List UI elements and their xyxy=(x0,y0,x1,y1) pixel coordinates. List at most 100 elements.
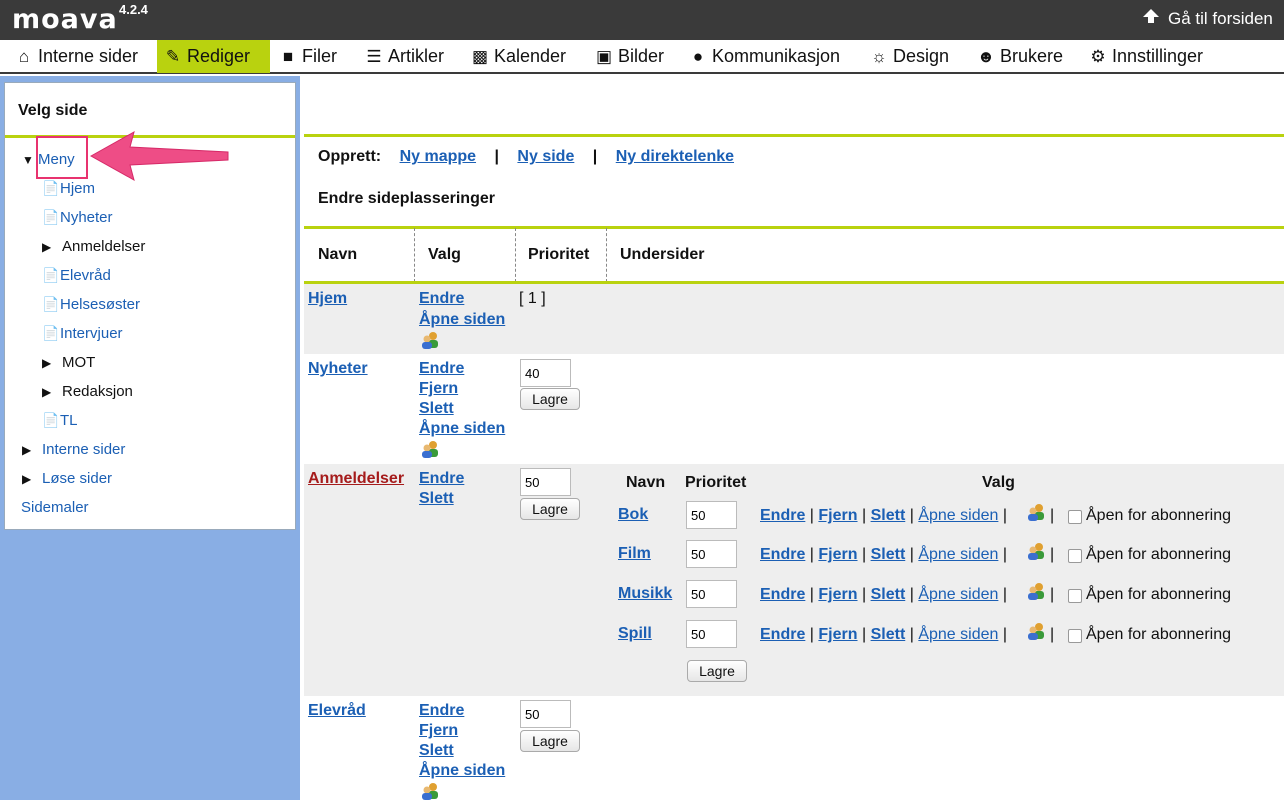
subpage-name-link[interactable]: Film xyxy=(618,545,651,563)
palette-icon: ☼ xyxy=(871,47,887,66)
open-page-link[interactable]: Åpne siden xyxy=(918,546,998,563)
tree-item-redaksjon[interactable]: ▶ Redaksjon xyxy=(42,383,133,400)
open-page-link[interactable]: Åpne siden xyxy=(419,420,505,438)
new-page-link[interactable]: Ny side xyxy=(517,148,574,165)
user-permissions-icon[interactable] xyxy=(420,331,440,349)
delete-link[interactable]: Slett xyxy=(419,742,454,760)
tree-item-hjem[interactable]: 📄Hjem xyxy=(42,180,95,197)
home-icon: ⌂ xyxy=(18,47,30,66)
row-name-link[interactable]: Nyheter xyxy=(308,360,368,378)
row-name-link[interactable]: Elevråd xyxy=(308,702,366,720)
save-button[interactable]: Lagre xyxy=(520,730,580,752)
gears-icon: ⚙ xyxy=(1090,47,1106,66)
row-name-link[interactable]: Hjem xyxy=(308,290,347,308)
subpage-name-link[interactable]: Bok xyxy=(618,506,648,524)
subpage-priority-input[interactable] xyxy=(686,501,737,529)
tree-lose-sider[interactable]: ▶ Løse sider xyxy=(22,470,112,487)
highlight-box xyxy=(36,136,88,179)
page-icon: 📄 xyxy=(42,180,60,196)
edit-link[interactable]: Endre xyxy=(760,546,805,563)
user-permissions-icon[interactable] xyxy=(1026,622,1046,640)
save-button[interactable]: Lagre xyxy=(520,388,580,410)
remove-link[interactable]: Fjern xyxy=(818,507,857,524)
delete-link[interactable]: Slett xyxy=(871,507,906,524)
tree-item-nyheter[interactable]: 📄Nyheter xyxy=(42,209,113,226)
divider xyxy=(304,226,1284,229)
tree-item-mot[interactable]: ▶ MOT xyxy=(42,354,95,371)
delete-link[interactable]: Slett xyxy=(419,400,454,418)
subpages-save-button[interactable]: Lagre xyxy=(687,660,747,682)
remove-link[interactable]: Fjern xyxy=(818,586,857,603)
app-version: 4.2.4 xyxy=(119,2,148,17)
open-page-link[interactable]: Åpne siden xyxy=(918,626,998,643)
edit-link[interactable]: Endre xyxy=(760,586,805,603)
new-direct-link[interactable]: Ny direktelenke xyxy=(616,148,734,165)
subscribe-checkbox[interactable] xyxy=(1068,549,1082,563)
tree-sidemaler[interactable]: Sidemaler xyxy=(21,499,89,516)
user-permissions-icon[interactable] xyxy=(420,440,440,458)
subscribe-checkbox[interactable] xyxy=(1068,629,1082,643)
user-permissions-icon[interactable] xyxy=(1026,542,1046,560)
remove-link[interactable]: Fjern xyxy=(818,626,857,643)
menu-filer[interactable]: ■ Filer xyxy=(272,40,343,73)
priority-input[interactable] xyxy=(520,700,571,728)
users-icon: ☻ xyxy=(977,47,995,66)
app-logo[interactable]: moava xyxy=(12,4,118,35)
user-permissions-icon[interactable] xyxy=(420,782,440,800)
subpage-priority-input[interactable] xyxy=(686,620,737,648)
menu-rediger[interactable]: ✎ Rediger xyxy=(157,40,270,73)
row-name-link[interactable]: Anmeldelser xyxy=(308,470,404,488)
edit-link[interactable]: Endre xyxy=(419,702,464,720)
page-icon: 📄 xyxy=(42,267,60,283)
menu-artikler[interactable]: ☰ Artikler xyxy=(358,40,450,73)
subscribe-checkbox[interactable] xyxy=(1068,510,1082,524)
subscribe-checkbox[interactable] xyxy=(1068,589,1082,603)
remove-link[interactable]: Fjern xyxy=(419,380,458,398)
edit-link[interactable]: Endre xyxy=(419,470,464,488)
subpage-name-link[interactable]: Musikk xyxy=(618,585,672,603)
tree-item-elevrad[interactable]: 📄Elevråd xyxy=(42,267,111,284)
tree-item-helsesoster[interactable]: 📄Helsesøster xyxy=(42,296,140,313)
menu-innstillinger[interactable]: ⚙ Innstillinger xyxy=(1082,40,1209,73)
triangle-right-icon: ▶ xyxy=(22,443,32,457)
edit-link[interactable]: Endre xyxy=(760,626,805,643)
new-folder-link[interactable]: Ny mappe xyxy=(400,148,476,165)
menu-label: Innstillinger xyxy=(1112,46,1204,66)
save-button[interactable]: Lagre xyxy=(520,498,580,520)
remove-link[interactable]: Fjern xyxy=(419,722,458,740)
user-permissions-icon[interactable] xyxy=(1026,582,1046,600)
menu-kalender[interactable]: ▩ Kalender xyxy=(464,40,572,73)
tree-interne-sider[interactable]: ▶ Interne sider xyxy=(22,441,125,458)
edit-link[interactable]: Endre xyxy=(760,507,805,524)
tree-item-anmeldelser[interactable]: ▶ Anmeldelser xyxy=(42,238,145,255)
subpage-priority-input[interactable] xyxy=(686,540,737,568)
menu-interne-sider[interactable]: ⌂ Interne sider xyxy=(8,40,144,73)
remove-link[interactable]: Fjern xyxy=(818,546,857,563)
subpage-priority-input[interactable] xyxy=(686,580,737,608)
top-bar: moava 4.2.4 Gå til forsiden xyxy=(0,0,1284,40)
col-header-navn: Navn xyxy=(318,246,358,263)
edit-link[interactable]: Endre xyxy=(419,290,464,308)
col-header-prioritet: Prioritet xyxy=(528,246,590,263)
menu-bilder[interactable]: ▣ Bilder xyxy=(588,40,670,73)
goto-frontpage-link[interactable]: Gå til forsiden xyxy=(1142,8,1273,29)
menu-brukere[interactable]: ☻ Brukere xyxy=(970,40,1069,73)
priority-input[interactable] xyxy=(520,359,571,387)
subpage-name-link[interactable]: Spill xyxy=(618,625,652,643)
open-page-link[interactable]: Åpne siden xyxy=(918,507,998,524)
open-page-link[interactable]: Åpne siden xyxy=(419,311,505,329)
delete-link[interactable]: Slett xyxy=(419,490,454,508)
tree-item-intervjuer[interactable]: 📄Intervjuer xyxy=(42,325,123,342)
edit-link[interactable]: Endre xyxy=(419,360,464,378)
open-page-link[interactable]: Åpne siden xyxy=(419,762,505,780)
user-permissions-icon[interactable] xyxy=(1026,503,1046,521)
divider xyxy=(304,134,1284,137)
tree-item-tl[interactable]: 📄TL xyxy=(42,412,78,429)
delete-link[interactable]: Slett xyxy=(871,546,906,563)
open-page-link[interactable]: Åpne siden xyxy=(918,586,998,603)
delete-link[interactable]: Slett xyxy=(871,586,906,603)
priority-input[interactable] xyxy=(520,468,571,496)
delete-link[interactable]: Slett xyxy=(871,626,906,643)
menu-kommunikasjon[interactable]: ● Kommunikasjon xyxy=(682,40,846,73)
menu-design[interactable]: ☼ Design xyxy=(863,40,955,73)
